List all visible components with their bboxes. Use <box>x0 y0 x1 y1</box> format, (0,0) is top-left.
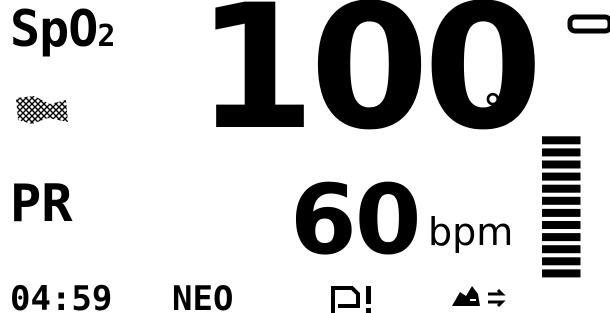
signal-bar-segment <box>542 148 581 157</box>
perfusion-indicator-icon <box>16 96 68 124</box>
clock-time: 04:59 <box>10 279 113 313</box>
alarm-flag-icon <box>331 286 371 313</box>
signal-bar-segment <box>542 184 581 193</box>
spo2-unit: % <box>486 85 511 131</box>
signal-bar-segment <box>542 269 581 278</box>
pr-value: 60 <box>290 164 422 276</box>
status-bar: 04:59 NEO <box>0 282 610 313</box>
signal-bar-segment <box>542 233 581 242</box>
battery-icon <box>567 14 610 34</box>
signal-bar-segment <box>542 221 581 229</box>
spo2-label: SpO2 <box>10 0 115 58</box>
signal-bar-segment <box>542 160 581 169</box>
alarm-audio-icon <box>452 286 506 308</box>
signal-strength-bar <box>542 136 581 278</box>
signal-bar-segment <box>542 245 581 254</box>
pr-label: PR <box>10 174 73 234</box>
pr-unit: bpm <box>428 210 514 254</box>
patient-mode: NEO <box>172 279 234 313</box>
signal-bar-segment <box>542 136 581 145</box>
signal-bar-segment <box>542 172 581 181</box>
oximeter-display: SpO2 100 % PR 60 bpm 04:59 NEO <box>0 0 610 313</box>
signal-bar-segment <box>542 257 581 266</box>
signal-bar-segment <box>542 208 581 217</box>
signal-bar-segment <box>542 196 581 205</box>
